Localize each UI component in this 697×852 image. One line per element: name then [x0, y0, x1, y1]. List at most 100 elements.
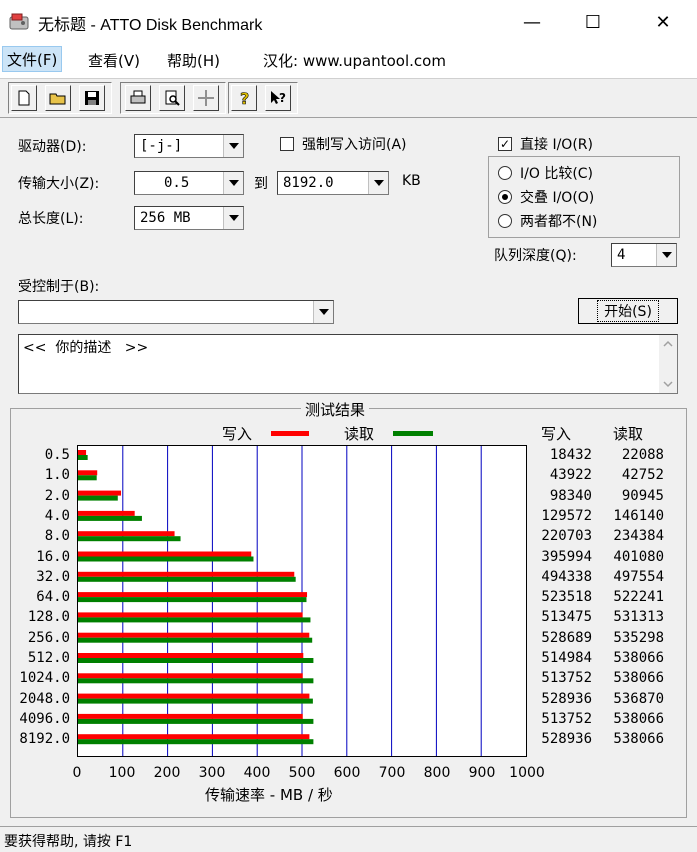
description-text: << 你的描述 >> — [23, 340, 149, 356]
x-axis-label: 传输速率 - MB / 秒 — [205, 786, 333, 804]
menu-help[interactable]: 帮助(H) — [167, 50, 220, 71]
read-value: 522241 — [613, 589, 664, 606]
chart-plot-area — [77, 445, 527, 757]
write-value: 513752 — [541, 670, 592, 687]
read-value: 146140 — [613, 507, 664, 524]
chevron-down-icon[interactable] — [313, 301, 333, 323]
write-bar — [78, 693, 310, 699]
description-scrollbar[interactable] — [659, 335, 677, 393]
y-tick-label: 32.0 — [36, 568, 70, 585]
x-tick-label: 100 — [108, 765, 136, 781]
bar-chart — [78, 446, 482, 756]
write-bar — [78, 510, 135, 516]
to-label: 到 — [254, 176, 268, 192]
read-bar — [78, 455, 88, 460]
overlapped-io-label: 交叠 I/O(O) — [520, 190, 595, 206]
chevron-down-icon[interactable] — [368, 172, 388, 194]
x-tick-label: 0 — [72, 765, 82, 781]
write-bar — [78, 653, 304, 658]
x-tick-label: 700 — [378, 765, 406, 781]
y-tick-label: 4096.0 — [19, 710, 70, 727]
menu-bar: 文件(F) 查看(V) 帮助(H) 汉化: www.upantool.com — [0, 44, 697, 74]
chevron-down-icon[interactable] — [656, 244, 676, 266]
write-bar — [78, 612, 303, 618]
status-bar: 要获得帮助, 请按 F1 — [0, 826, 697, 852]
read-value: 497554 — [613, 568, 664, 585]
write-value: 220703 — [541, 528, 592, 545]
close-button[interactable]: ✕ — [640, 0, 686, 44]
read-value: 538066 — [613, 650, 664, 666]
read-bar — [78, 556, 254, 562]
results-title: 测试结果 — [301, 399, 370, 420]
y-tick-label: 1024.0 — [19, 670, 70, 687]
total-length-label: 总长度(L): — [18, 211, 84, 227]
menu-localization[interactable]: 汉化: www.upantool.com — [263, 50, 446, 71]
read-bar — [78, 475, 97, 481]
x-tick-label: 800 — [423, 765, 451, 781]
start-button[interactable]: 开始(S) — [578, 298, 678, 324]
x-tick-label: 900 — [468, 765, 496, 781]
transfer-from-select[interactable]: 0.5 — [134, 171, 244, 195]
read-value: 538066 — [613, 731, 664, 748]
chevron-down-icon[interactable] — [223, 207, 243, 229]
x-tick-label: 400 — [243, 765, 271, 781]
col-header-write: 写入 — [541, 425, 572, 443]
print-preview-icon[interactable] — [159, 85, 185, 111]
drive-label: 驱动器(D): — [18, 139, 87, 155]
y-tick-label: 1.0 — [44, 467, 70, 484]
drive-select[interactable]: [-j-] — [134, 134, 244, 158]
x-tick-label: 300 — [198, 765, 226, 781]
y-tick-label: 0.5 — [44, 447, 70, 463]
queue-depth-value: 4 — [617, 247, 626, 263]
read-bar — [78, 637, 313, 643]
neither-radio[interactable] — [498, 214, 512, 228]
legend-read-swatch — [393, 431, 433, 436]
move-icon[interactable] — [193, 85, 219, 111]
minimize-button[interactable]: — — [509, 0, 555, 44]
legend-read-label: 读取 — [344, 425, 375, 443]
read-bar — [78, 576, 296, 582]
help-icon[interactable]: ? — [231, 85, 257, 111]
controlled-by-select[interactable] — [18, 300, 334, 324]
app-icon — [9, 13, 29, 30]
read-value: 22088 — [621, 447, 664, 463]
write-value: 514984 — [541, 650, 592, 666]
read-value: 531313 — [613, 609, 664, 626]
read-bar — [78, 617, 311, 623]
y-tick-label: 64.0 — [36, 589, 70, 606]
total-length-select[interactable]: 256 MB — [134, 206, 244, 230]
transfer-to-select[interactable]: 8192.0 — [277, 171, 389, 195]
y-tick-label: 256.0 — [27, 629, 70, 646]
chevron-down-icon[interactable] — [223, 172, 243, 194]
svg-text:?: ? — [279, 91, 286, 105]
write-bar — [78, 470, 98, 476]
read-bar — [78, 658, 314, 663]
new-file-icon[interactable] — [11, 85, 37, 111]
open-folder-icon[interactable] — [45, 85, 71, 111]
description-box[interactable]: << 你的描述 >> — [18, 334, 678, 394]
io-compare-radio[interactable] — [498, 166, 512, 180]
menu-view[interactable]: 查看(V) — [88, 50, 140, 71]
write-value: 98340 — [549, 487, 592, 504]
read-value: 538066 — [613, 670, 664, 687]
kb-label: KB — [402, 173, 421, 189]
chevron-down-icon[interactable] — [223, 135, 243, 157]
transfer-size-label: 传输大小(Z): — [18, 176, 100, 192]
queue-depth-select[interactable]: 4 — [611, 243, 677, 267]
overlapped-io-radio[interactable] — [498, 190, 512, 204]
read-value: 401080 — [613, 548, 664, 565]
context-help-icon[interactable]: ? — [265, 85, 291, 111]
controlled-by-label: 受控制于(B): — [18, 279, 100, 295]
save-icon[interactable] — [79, 85, 105, 111]
print-icon[interactable] — [125, 85, 151, 111]
write-value: 395994 — [541, 548, 592, 565]
maximize-button[interactable]: ☐ — [570, 0, 616, 44]
write-bar — [78, 490, 122, 496]
direct-io-checkbox[interactable]: ✓ — [498, 137, 512, 151]
write-bar — [78, 531, 175, 537]
menu-file[interactable]: 文件(F) — [2, 46, 63, 72]
toolbar-group-help: ? ? — [228, 82, 298, 114]
force-write-checkbox[interactable] — [280, 137, 294, 151]
read-bar — [78, 515, 142, 521]
y-tick-label: 16.0 — [36, 548, 70, 565]
